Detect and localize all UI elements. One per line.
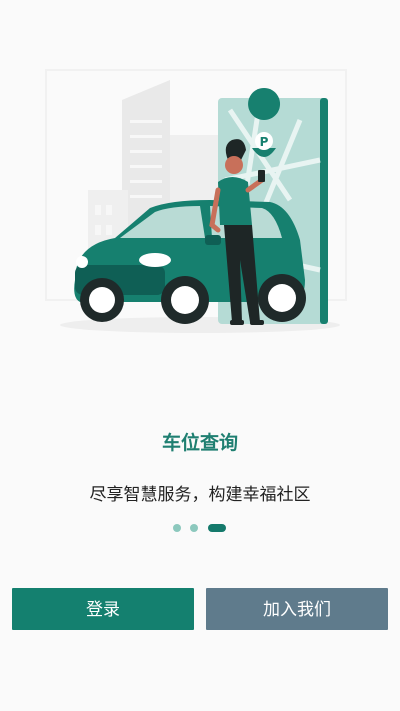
page-title: 车位查询 bbox=[161, 432, 238, 454]
pager-dot[interactable] bbox=[173, 524, 181, 532]
pager-indicator bbox=[0, 524, 400, 534]
login-button[interactable]: 登录 bbox=[12, 588, 194, 630]
pager-dot[interactable] bbox=[190, 524, 198, 532]
svg-text:P: P bbox=[260, 135, 269, 149]
parking-illustration: P bbox=[45, 69, 347, 333]
join-us-button[interactable]: 加入我们 bbox=[206, 588, 388, 630]
page-subtitle: 尽享智慧服务，构建幸福社区 bbox=[89, 485, 311, 505]
pager-dot-active[interactable] bbox=[208, 524, 226, 532]
